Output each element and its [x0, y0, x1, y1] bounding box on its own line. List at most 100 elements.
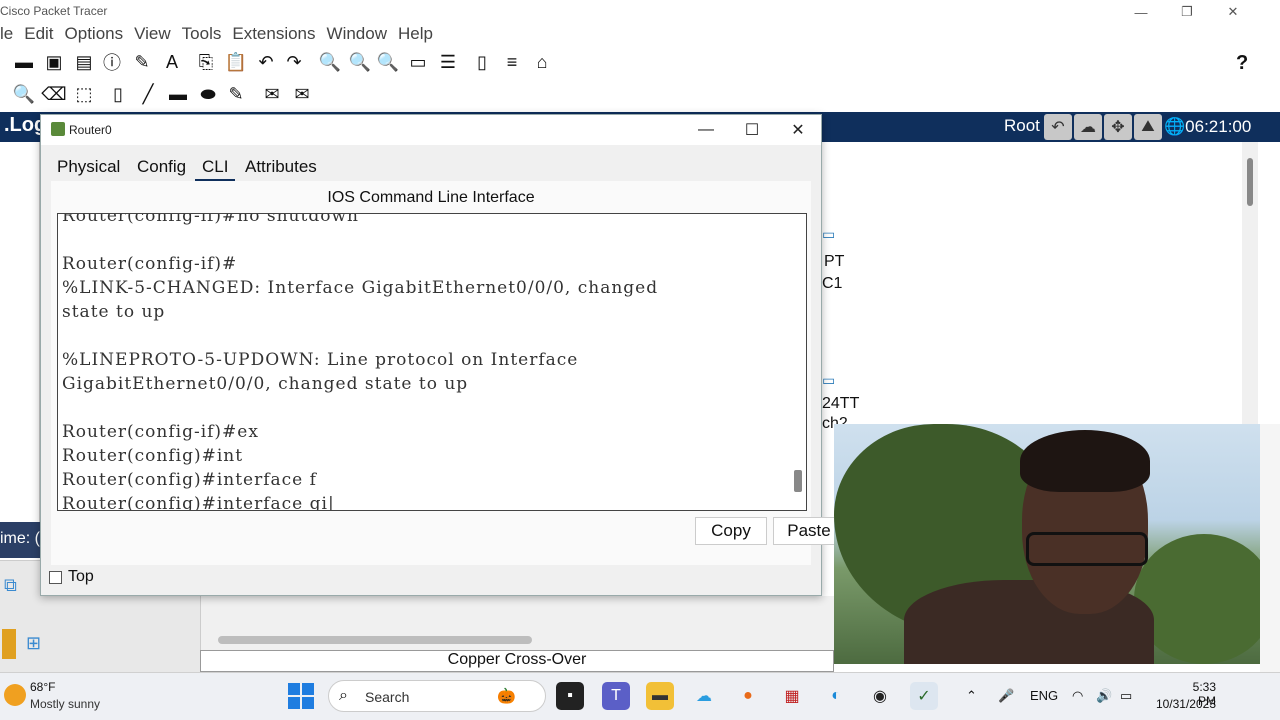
task-view-icon[interactable]: ▪	[556, 682, 584, 710]
top-checkbox[interactable]: Top	[49, 568, 94, 586]
print-icon[interactable]: ▤	[72, 50, 96, 74]
microphone-icon[interactable]: 🎤	[998, 688, 1014, 704]
device-label-24tt: 24TT	[822, 395, 860, 412]
device-icon[interactable]: ▭	[822, 226, 835, 243]
windows-start-icon[interactable]	[288, 683, 314, 709]
draw-ellipse-icon[interactable]: ⬬	[196, 82, 220, 106]
cli-console[interactable]: Router(config-if)#no shutdown Router(con…	[57, 213, 807, 511]
cli-heading: IOS Command Line Interface	[327, 189, 535, 206]
activity-icon[interactable]: A	[160, 50, 184, 74]
logical-workspace[interactable]	[822, 142, 1258, 424]
taskbar-search[interactable]: ⌕ Search 🎃	[328, 680, 546, 712]
tab-physical[interactable]: Physical	[57, 157, 120, 177]
router-tabs: Physical Config CLI Attributes	[51, 153, 811, 183]
add-simple-pdu-icon[interactable]: ✉	[260, 82, 284, 106]
zoom-reset-icon[interactable]: 🔍	[348, 50, 372, 74]
notes-icon[interactable]: ▯	[470, 50, 494, 74]
router-close-button[interactable]: ✕	[775, 117, 821, 143]
close-button[interactable]: ✕	[1210, 0, 1256, 24]
weather-sun-icon[interactable]	[4, 684, 26, 706]
obs-icon[interactable]: ◉	[866, 682, 894, 710]
tab-attributes[interactable]: Attributes	[245, 157, 317, 177]
vertical-scroll-thumb[interactable]	[1247, 158, 1253, 206]
resize-icon[interactable]: ⬚	[72, 82, 96, 106]
taskbar-date[interactable]: 10/31/2023	[1152, 697, 1216, 711]
router-minimize-button[interactable]: —	[683, 117, 729, 143]
redo-icon[interactable]: ↷	[282, 50, 306, 74]
weather-temperature[interactable]: 68°F	[30, 680, 55, 694]
volume-icon[interactable]: 🔊	[1096, 688, 1112, 704]
person-hair	[1020, 430, 1150, 492]
custom-devices-icon[interactable]: ☰	[436, 50, 460, 74]
cli-input-line[interactable]: Router(config)#interface gi	[62, 494, 328, 510]
menu-tools[interactable]: Tools	[182, 24, 222, 43]
network-devices-icon[interactable]: ⧉	[4, 575, 30, 597]
left-workspace-pane	[0, 142, 40, 522]
device-label-pt: PT	[824, 253, 845, 270]
place-note-icon[interactable]: ▯	[106, 82, 130, 106]
main-toolbar: ▬ ▣ ▤ ⓘ ✎ A ⎘ 📋 ↶ ↷ 🔍 🔍 🔍 ▭ ☰ ▯ ≡ ⌂	[0, 50, 1280, 80]
menu-extensions[interactable]: Extensions	[232, 24, 315, 43]
menu-help[interactable]: Help	[398, 24, 433, 43]
file-explorer-icon[interactable]: ▬	[646, 682, 674, 710]
horizontal-scrollbar[interactable]	[218, 636, 532, 644]
add-complex-pdu-icon[interactable]: ✉	[290, 82, 314, 106]
device-dialog-icon[interactable]: ≡	[500, 50, 524, 74]
wizard-icon[interactable]: ✎	[130, 50, 154, 74]
menu-window[interactable]: Window	[327, 24, 387, 43]
weather-app-icon[interactable]: ☁	[690, 682, 718, 710]
store-icon[interactable]: ▦	[778, 682, 806, 710]
paste-icon[interactable]: 📋	[224, 50, 248, 74]
copy-icon[interactable]: ⎘	[194, 50, 218, 74]
wifi-icon[interactable]: ◠	[1072, 688, 1083, 704]
menu-view[interactable]: View	[134, 24, 171, 43]
root-label: Root	[1004, 116, 1040, 135]
language-indicator[interactable]: ENG	[1030, 688, 1058, 703]
copy-button[interactable]: Copy	[695, 517, 767, 545]
menu-edit[interactable]: Edit	[24, 24, 53, 43]
background-image-icon[interactable]: ⛰	[1134, 114, 1162, 140]
freeform-icon[interactable]: ✎	[224, 82, 248, 106]
teams-icon[interactable]: T	[602, 682, 630, 710]
packet-tracer-icon[interactable]: ✓	[910, 682, 938, 710]
switch-icon[interactable]: ▭	[822, 372, 835, 389]
save-icon[interactable]: ▣	[42, 50, 66, 74]
cli-output: Router(config-if)#no shutdown Router(con…	[62, 214, 658, 510]
draw-line-icon[interactable]: ╱	[136, 82, 160, 106]
restore-button[interactable]: ❐	[1164, 0, 1210, 24]
tray-chevron-icon[interactable]: ⌃	[966, 688, 977, 704]
open-folder-icon[interactable]: ▬	[12, 50, 36, 74]
zoom-in-icon[interactable]: 🔍	[318, 50, 342, 74]
network-info-icon[interactable]: ⌂	[530, 50, 554, 74]
cloud-icon[interactable]: ☁	[1074, 114, 1102, 140]
menu-file[interactable]: le	[0, 24, 13, 43]
move-icon[interactable]: ✥	[1104, 114, 1132, 140]
time-bar: ime: (	[0, 522, 42, 558]
weather-condition[interactable]: Mostly sunny	[30, 697, 100, 711]
connections-icon[interactable]	[2, 629, 16, 659]
minimize-button[interactable]: —	[1118, 0, 1164, 24]
zoom-out-icon[interactable]: 🔍	[376, 50, 400, 74]
clock-text: 06:21:00	[1185, 117, 1252, 136]
menu-options[interactable]: Options	[65, 24, 124, 43]
delete-icon[interactable]: ⌫	[41, 82, 66, 106]
drawing-palette-icon[interactable]: ▭	[406, 50, 430, 74]
firefox-icon[interactable]: ●	[734, 682, 762, 710]
misc-devices-icon[interactable]: ⊞	[26, 633, 41, 654]
cli-scroll-thumb[interactable]	[794, 470, 802, 492]
draw-rectangle-icon[interactable]: ▬	[166, 82, 190, 106]
globe-icon: 🌐	[1164, 117, 1186, 136]
back-icon[interactable]: ↶	[1044, 114, 1072, 140]
tools-toolbar: 🔍 ⌫ ⬚ ▯ ╱ ▬ ⬬ ✎ ✉ ✉	[0, 82, 360, 112]
inspect-icon[interactable]: 🔍	[12, 82, 36, 106]
info-icon[interactable]: ⓘ	[100, 50, 124, 74]
tab-config[interactable]: Config	[137, 157, 186, 177]
tab-cli[interactable]: CLI	[195, 157, 236, 182]
help-icon[interactable]: ?	[1236, 52, 1248, 75]
router-maximize-button[interactable]: ☐	[729, 117, 775, 143]
glasses-shape	[1026, 532, 1148, 566]
edge-icon[interactable]: ◐	[822, 682, 850, 710]
undo-icon[interactable]: ↶	[254, 50, 278, 74]
battery-icon[interactable]: ▭	[1120, 688, 1132, 704]
checkbox-box[interactable]	[49, 570, 62, 584]
